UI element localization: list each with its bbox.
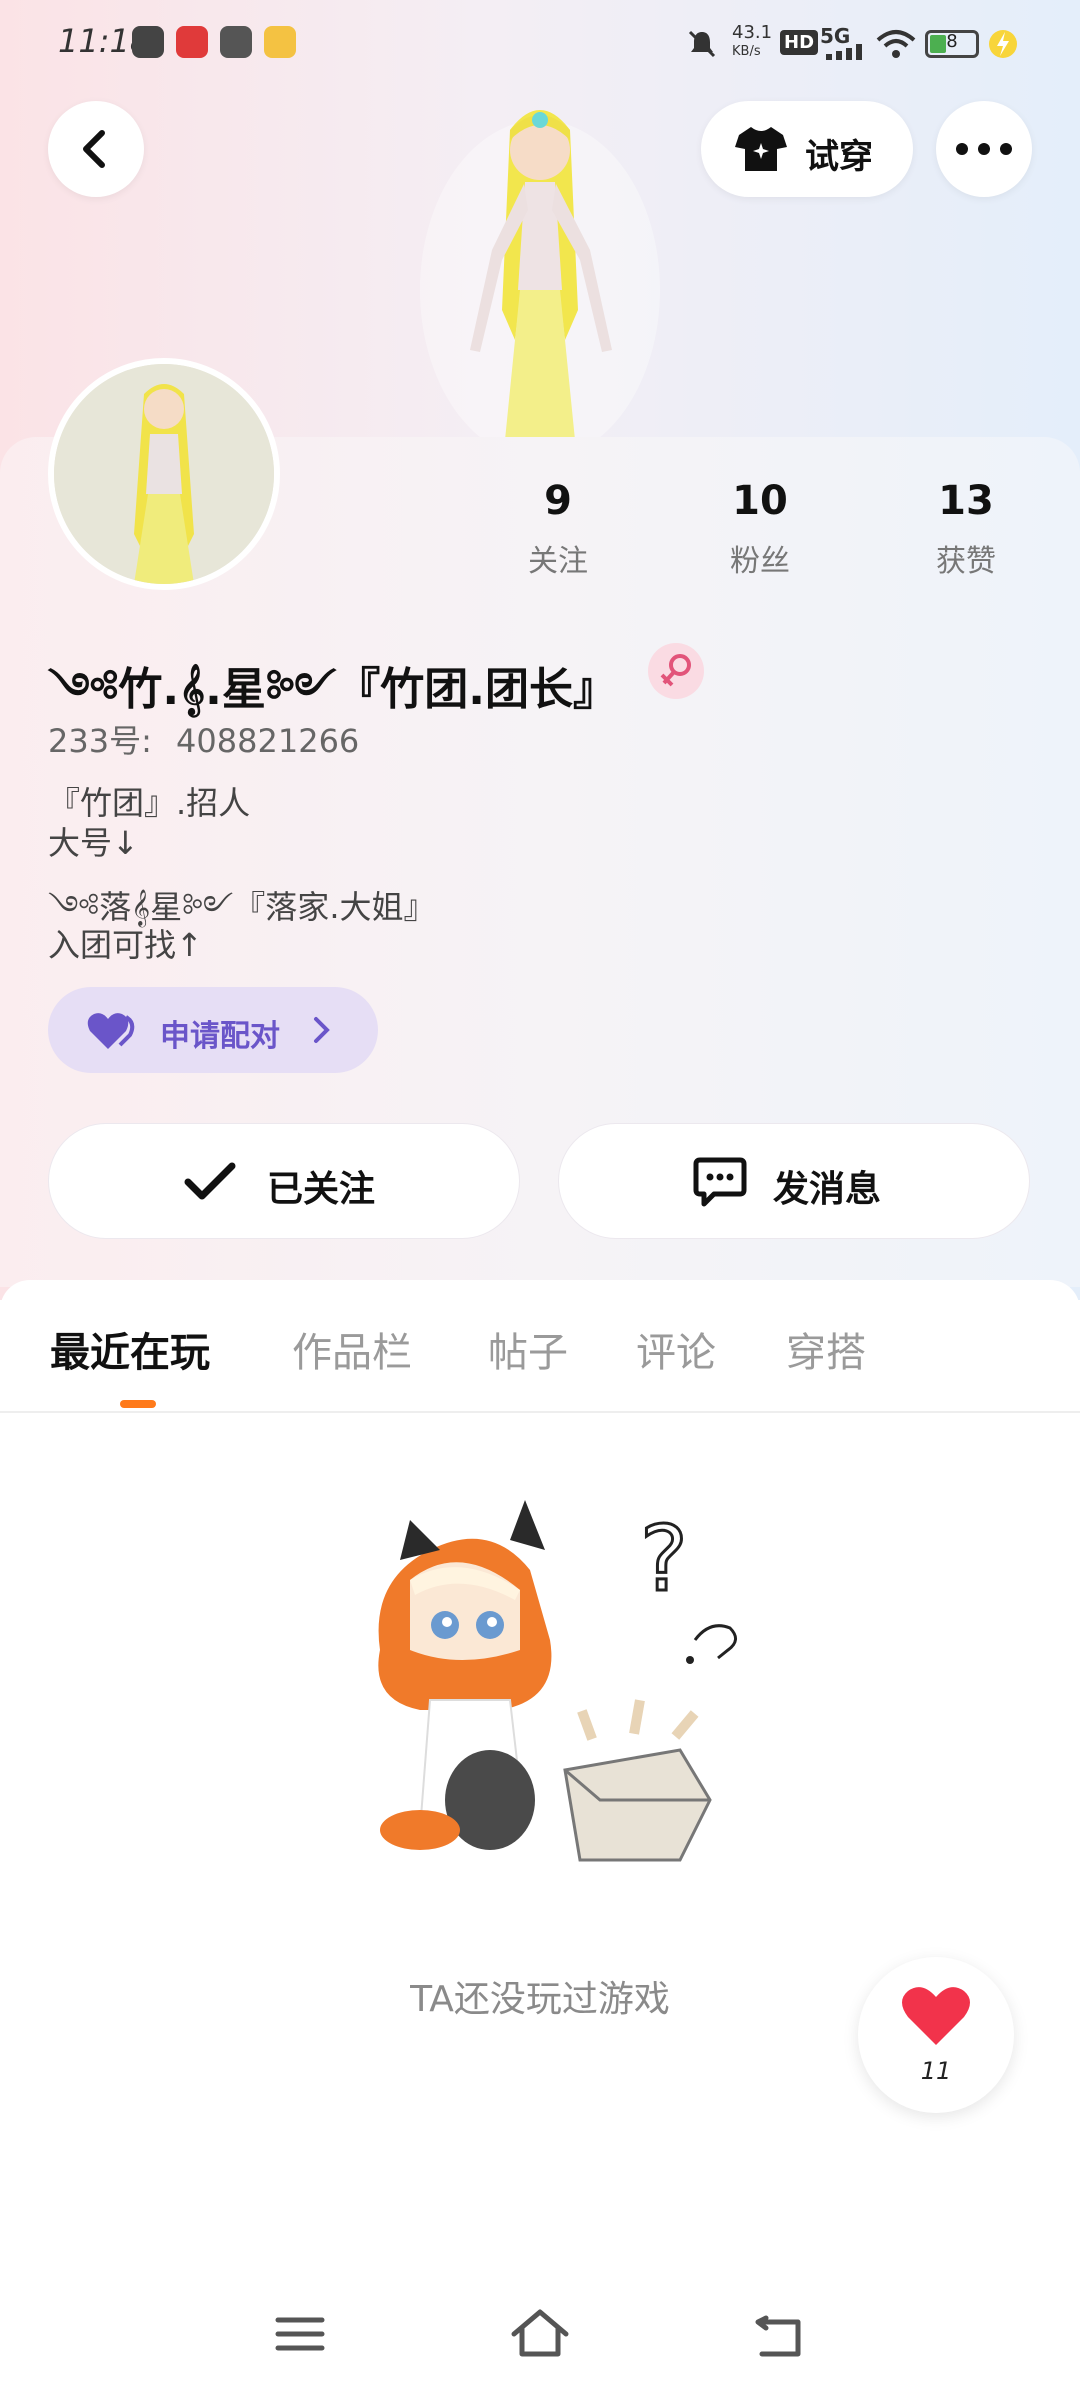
mute-icon — [688, 30, 716, 58]
weibo-app-icon — [264, 26, 296, 58]
back-nav-icon[interactable] — [748, 2302, 812, 2366]
user-id-value[interactable]: 408821266 — [176, 722, 359, 760]
stat-followers-label: 粉丝 — [730, 544, 790, 579]
following-button[interactable]: 已关注 — [48, 1123, 520, 1239]
hd-badge: HD — [780, 30, 819, 55]
send-message-label: 发消息 — [773, 1169, 882, 1210]
send-message-button[interactable]: 发消息 — [558, 1123, 1030, 1239]
chevron-right-icon — [314, 1017, 330, 1043]
heart-icon — [87, 1013, 135, 1049]
stat-likes-label: 获赞 — [936, 544, 996, 579]
stat-likes-value: 13 — [938, 478, 994, 524]
request-pair-label: 申请配对 — [160, 1019, 280, 1054]
like-count: 11 — [920, 2057, 952, 2085]
like-button[interactable]: 11 — [858, 1957, 1014, 2113]
stat-likes[interactable]: 13 获赞 — [896, 478, 1036, 580]
stat-following-value: 9 — [544, 478, 572, 524]
stat-following-label: 关注 — [528, 544, 588, 579]
try-on-label: 试穿 — [805, 137, 873, 177]
tab-posts[interactable]: 帖子 — [488, 1320, 568, 1378]
planet-app-icon — [220, 26, 252, 58]
profile-tabs: 最近在玩 作品栏 帖子 评论 穿搭 — [0, 1280, 1080, 1413]
net-speed-unit: KB/s — [732, 44, 761, 59]
bio-line: 入团可找↑ — [48, 926, 203, 964]
try-on-button[interactable]: 试穿 — [701, 101, 913, 197]
battery-indicator: 8 — [925, 30, 979, 58]
tshirt-icon — [735, 127, 787, 171]
status-bar: 11:18 43.1 KB/s HD 5G 8 — [0, 0, 1080, 90]
active-tab-indicator — [120, 1400, 156, 1408]
signal-icon — [826, 44, 862, 60]
gender-female-icon — [648, 643, 704, 699]
wifi-icon — [876, 30, 916, 58]
menu-icon[interactable] — [268, 2302, 332, 2366]
user-id-label: 233号: — [48, 722, 152, 760]
home-icon[interactable] — [508, 2302, 572, 2366]
empty-state-illustration: ? — [378, 1500, 737, 1862]
redbook-app-icon — [176, 26, 208, 58]
tab-comments[interactable]: 评论 — [636, 1320, 716, 1378]
back-button[interactable] — [48, 101, 144, 197]
svg-text:?: ? — [640, 1507, 688, 1612]
avatar[interactable] — [48, 358, 280, 590]
more-button[interactable] — [936, 101, 1032, 197]
chat-bubble-icon — [693, 1157, 747, 1207]
request-pair-button[interactable]: 申请配对 — [48, 987, 378, 1073]
system-nav-bar — [0, 2280, 1080, 2388]
avatar-figure — [54, 364, 274, 584]
video-app-icon — [132, 26, 164, 58]
check-icon — [184, 1162, 236, 1200]
tab-outfits[interactable]: 穿搭 — [786, 1320, 866, 1378]
heart-icon — [902, 1987, 970, 2045]
character-figure — [420, 110, 660, 440]
stat-followers[interactable]: 10 粉丝 — [690, 478, 830, 580]
stat-followers-value: 10 — [732, 478, 788, 524]
tab-recently-played[interactable]: 最近在玩 — [50, 1320, 210, 1378]
stat-following[interactable]: 9 关注 — [488, 478, 628, 580]
more-dots-icon — [956, 143, 1012, 155]
bio-line: 大号↓ — [48, 824, 139, 862]
following-label: 已关注 — [267, 1169, 376, 1210]
chevron-left-icon — [83, 130, 105, 168]
net-speed: 43.1 — [732, 22, 773, 43]
user-id: 233号: 408821266 — [48, 716, 359, 762]
tab-works[interactable]: 作品栏 — [292, 1320, 412, 1378]
charging-icon — [989, 30, 1017, 58]
